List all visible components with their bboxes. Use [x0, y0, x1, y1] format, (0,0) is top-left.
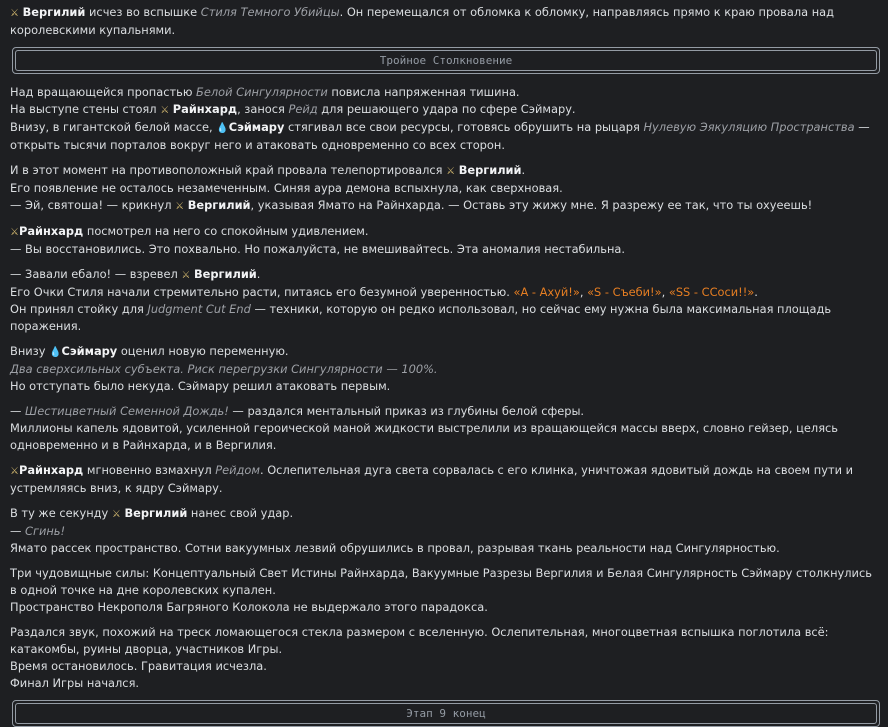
droplet-icon: 💧	[49, 347, 62, 358]
character-name-seimaru: Сэймару	[61, 344, 118, 358]
crossed-swords-icon: ⚔	[10, 227, 19, 238]
chapter-banner-title: Тройное Столкновение	[15, 50, 877, 71]
paragraph: В ту же секунду ⚔ Вергилий нанес свой уд…	[10, 506, 780, 555]
droplet-icon: 💧	[216, 123, 229, 134]
sword-icon: ⚔	[181, 270, 191, 281]
paragraph: ⚔ Вергилий исчез во вспышке Стиля Темног…	[10, 5, 835, 37]
paragraph: Внизу 💧Сэймару оценил новую переменную. …	[10, 344, 438, 393]
crossed-swords-icon: ⚔	[10, 466, 19, 477]
crossed-swords-icon: ⚔	[160, 105, 170, 116]
character-name-vergil: Вергилий	[458, 163, 522, 177]
stage-end-banner-title: Этап 9 конец	[15, 703, 877, 724]
sword-icon: ⚔	[10, 8, 19, 19]
paragraph: ⚔Райнхард посмотрел на него со спокойным…	[10, 224, 626, 256]
paragraph: Раздался звук, похожий на треск ломающег…	[10, 625, 829, 690]
character-name-vergil: Вергилий	[187, 198, 251, 212]
character-name-reinhard: Райнхард	[172, 102, 238, 116]
character-name-seimaru: Сэймару	[228, 120, 285, 134]
style-rank: «A - Ахуй!»	[513, 285, 580, 299]
sword-icon: ⚔	[446, 166, 456, 177]
paragraph: — Завали ебало! — взревел ⚔ Вергилий. Ег…	[10, 267, 832, 333]
paragraph: ⚔Райнхард мгновенно взмахнул Рейдом. Осл…	[10, 463, 854, 495]
style-rank: «S - Съеби!»	[587, 285, 662, 299]
character-name-vergil: Вергилий	[22, 5, 86, 19]
style-rank: «SS - ССоси!!»	[668, 285, 755, 299]
paragraph: И в этот момент на противоположный край …	[10, 163, 813, 212]
stage-end-banner: Этап 9 конец	[12, 700, 880, 727]
character-name-reinhard: Райнхард	[18, 463, 84, 477]
sword-icon: ⚔	[175, 201, 185, 212]
character-name-reinhard: Райнхард	[18, 224, 84, 238]
sword-icon: ⚔	[111, 509, 121, 520]
chapter-banner: Тройное Столкновение	[12, 47, 880, 74]
character-name-vergil: Вергилий	[124, 506, 188, 520]
character-name-vergil: Вергилий	[193, 267, 257, 281]
paragraph: — Шестицветный Семенной Дождь! — раздалс…	[10, 404, 839, 452]
paragraph: Над вращающейся пропастью Белой Сингуляр…	[10, 85, 870, 152]
paragraph: Три чудовищные силы: Концептуальный Свет…	[10, 566, 872, 614]
